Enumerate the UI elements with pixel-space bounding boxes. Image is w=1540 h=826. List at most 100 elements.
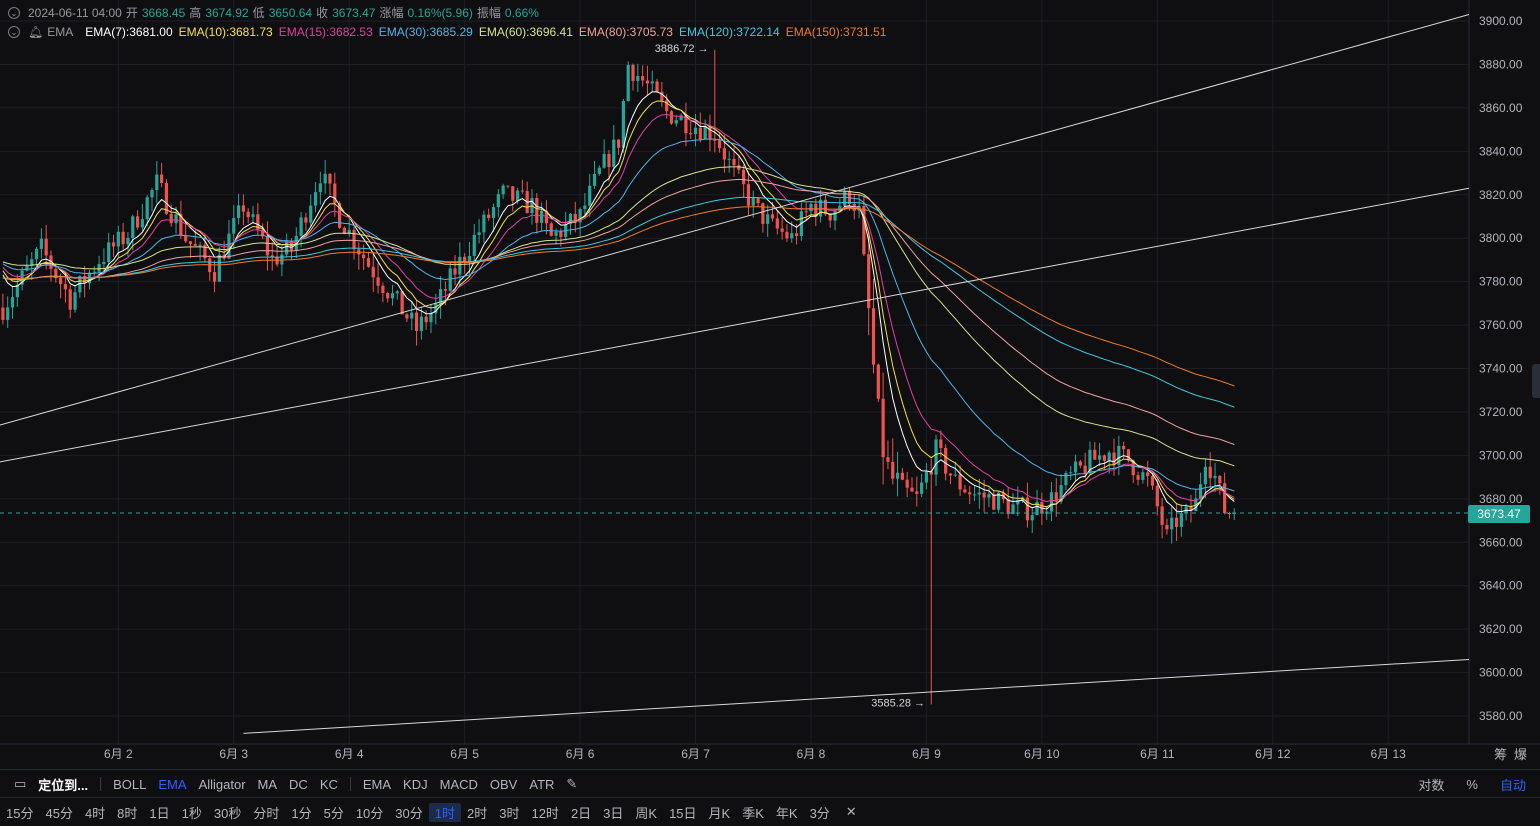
interval-week[interactable]: 周K	[629, 803, 663, 822]
close-label: 收	[316, 6, 329, 20]
interval-45m[interactable]: 45分	[39, 803, 78, 822]
candle-body	[395, 291, 399, 294]
candle-body	[1049, 492, 1054, 512]
interval-15d[interactable]: 15日	[663, 803, 702, 822]
interval-5m[interactable]: 5分	[318, 803, 350, 822]
candle-body	[669, 111, 674, 124]
candle-body	[131, 216, 135, 238]
ema-indicator-name[interactable]: EMA	[47, 25, 73, 39]
candle-body	[698, 127, 702, 140]
sub-indicator-atr[interactable]: ATR	[523, 777, 560, 792]
collapse-icon-ema[interactable]: ⌄	[8, 25, 20, 38]
liquidation-icon: 爆	[1514, 747, 1527, 762]
y-tick-label: 3840.00	[1479, 144, 1523, 158]
sub-indicator-kdj[interactable]: KDJ	[397, 777, 434, 792]
indicator-ema[interactable]: EMA	[152, 777, 192, 792]
indicator-dc[interactable]: DC	[283, 777, 314, 792]
candle-body	[1045, 511, 1049, 514]
collapse-icon[interactable]: ⌄	[8, 6, 20, 19]
ohlc-row: ⌄ 2024-06-11 04:00 开 3668.45 高 3674.92 低…	[8, 3, 892, 22]
log-scale-button[interactable]: 对数	[1412, 775, 1450, 794]
candle-body	[506, 185, 510, 187]
interval-8h[interactable]: 8时	[111, 803, 143, 822]
x-tick-label: 6月 7	[681, 747, 710, 761]
interval-timeline[interactable]: 分时	[247, 803, 285, 822]
close-icon[interactable]: ✕	[840, 804, 863, 820]
indicator-toolbar: ▭ 定位到... BOLL EMA Alligator MA DC KC EMA…	[0, 769, 1540, 798]
candle-body	[900, 472, 904, 480]
ema-60-value: EMA(60):3696.41	[478, 24, 573, 39]
candle-body	[107, 242, 111, 263]
candle-body	[241, 205, 245, 212]
candle-body	[958, 474, 962, 490]
chart-background	[0, 0, 1540, 769]
price-chart[interactable]: 3886.72 → 3585.28 → 3900.00 3880.00 3860.00 3…	[0, 0, 1540, 769]
interval-3m[interactable]: 3分	[804, 803, 836, 822]
indicator-ma[interactable]: MA	[252, 777, 284, 792]
interval-year[interactable]: 年K	[770, 803, 804, 822]
interval-3h[interactable]: 3时	[493, 803, 525, 822]
interval-1m[interactable]: 1分	[285, 803, 317, 822]
y-tick-label: 3760.00	[1479, 318, 1523, 332]
candle-body	[126, 237, 130, 245]
candle-body	[881, 398, 885, 458]
sub-indicator-ema[interactable]: EMA	[357, 777, 397, 792]
candle-body	[780, 228, 784, 232]
indicator-alligator[interactable]: Alligator	[193, 777, 252, 792]
interval-quarter[interactable]: 季K	[736, 803, 770, 822]
change-label: 涨幅	[379, 6, 404, 20]
interval-1d[interactable]: 1日	[143, 803, 175, 822]
candle-body	[140, 219, 144, 228]
auto-scale-button[interactable]: 自动	[1494, 775, 1532, 794]
candle-body	[487, 214, 491, 219]
interval-12h[interactable]: 12时	[525, 803, 564, 822]
interval-10m[interactable]: 10分	[350, 803, 389, 822]
candle-body	[944, 447, 948, 474]
interval-month[interactable]: 月K	[703, 803, 737, 822]
interval-30m[interactable]: 30分	[389, 803, 428, 822]
candle-body	[554, 231, 558, 236]
interval-3d[interactable]: 3日	[597, 803, 629, 822]
candle-body	[588, 185, 592, 206]
indicator-boll[interactable]: BOLL	[107, 777, 152, 792]
interval-1h[interactable]: 1时	[428, 802, 461, 822]
indicator-kc[interactable]: KC	[314, 777, 344, 792]
candle-body	[703, 126, 707, 140]
chart-legend: ⌄ 2024-06-11 04:00 开 3668.45 高 3674.92 低…	[8, 3, 892, 41]
interval-4h[interactable]: 4时	[79, 803, 111, 822]
sub-indicator-macd[interactable]: MACD	[434, 777, 484, 792]
candle-body	[285, 240, 289, 255]
candle-body	[722, 148, 726, 160]
interval-2h[interactable]: 2时	[461, 803, 493, 822]
interval-15m[interactable]: 15分	[0, 803, 39, 822]
candle-body	[376, 277, 380, 286]
locate-button[interactable]: 定位到...	[32, 775, 94, 794]
candle-body	[169, 213, 173, 224]
interval-1s[interactable]: 1秒	[176, 803, 208, 822]
candle-body	[549, 223, 553, 236]
locate-icon[interactable]: ▭	[0, 776, 32, 792]
low-annotation-label: 3585.28 →	[871, 698, 925, 710]
candle-body	[968, 492, 972, 495]
candle-body	[366, 258, 371, 267]
candle-body	[102, 262, 106, 264]
candle-body	[352, 229, 356, 250]
edit-icon[interactable]: ✎	[560, 776, 583, 792]
candle-body	[92, 271, 96, 273]
x-tick-label: 6月 8	[797, 747, 826, 761]
interval-2d[interactable]: 2日	[565, 803, 597, 822]
interval-30s[interactable]: 30秒	[208, 803, 247, 822]
high-label: 高	[189, 6, 202, 20]
candle-body	[362, 254, 366, 259]
candle-body	[1083, 465, 1087, 474]
x-tick-label: 6月 6	[566, 747, 595, 761]
percent-scale-button[interactable]: %	[1460, 777, 1484, 792]
candle-body	[63, 284, 68, 290]
divider	[100, 777, 102, 791]
candle-body	[645, 80, 650, 84]
side-panel-handle[interactable]	[1532, 364, 1540, 398]
sub-indicator-obv[interactable]: OBV	[484, 777, 523, 792]
candle-body	[1136, 475, 1140, 480]
bell-icon[interactable]: 🔔︎	[28, 25, 43, 39]
candle-body	[895, 472, 900, 479]
